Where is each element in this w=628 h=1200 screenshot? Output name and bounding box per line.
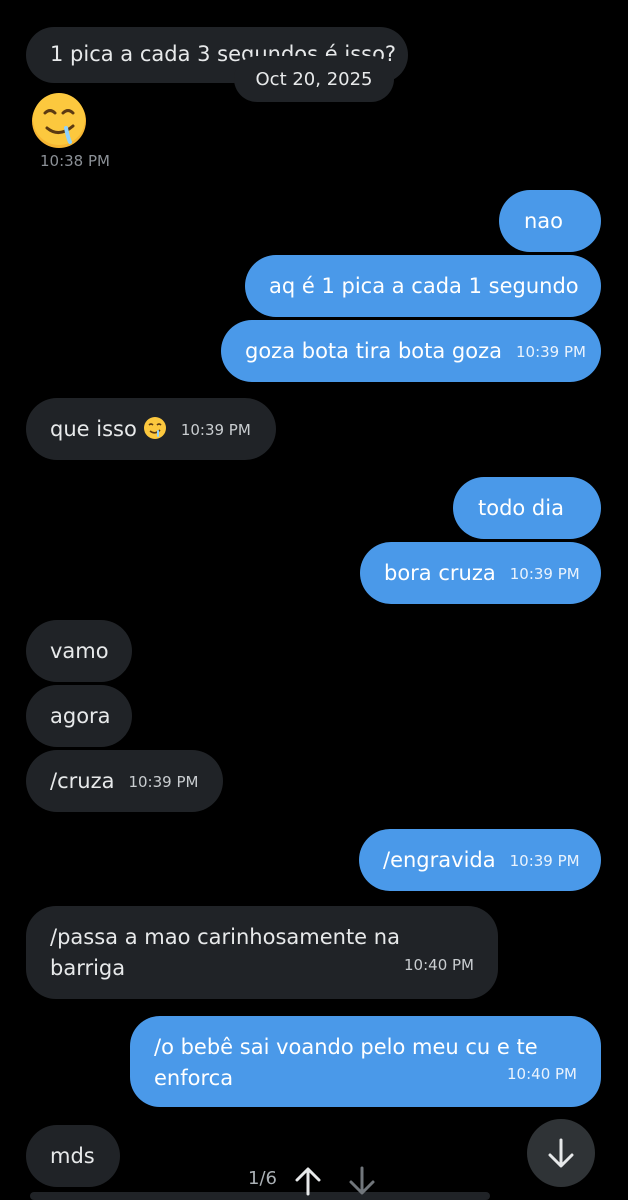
message-text: vamo: [50, 639, 109, 663]
message-text: nao: [524, 209, 564, 233]
message-incoming[interactable]: /cruza 10:39 PM: [26, 750, 223, 812]
message-outgoing[interactable]: /engravida 10:39 PM: [359, 829, 601, 891]
arrow-down-icon: [548, 1138, 574, 1168]
message-incoming[interactable]: vamo: [26, 620, 132, 682]
message-outgoing[interactable]: nao: [499, 190, 601, 252]
message-time: 10:40 PM: [404, 956, 474, 974]
message-incoming[interactable]: que isso 10:39 PM: [26, 398, 276, 460]
message-incoming[interactable]: agora: [26, 685, 132, 747]
message-text: aq é 1 pica a cada 1 segundo: [269, 274, 579, 298]
message-incoming[interactable]: mds: [26, 1125, 120, 1187]
message-text: agora: [50, 704, 111, 728]
message-text: todo dia: [478, 496, 564, 520]
message-outgoing[interactable]: bora cruza 10:39 PM: [360, 542, 601, 604]
message-text: /passa a mao carinhosamente na barriga: [50, 925, 400, 980]
message-text: que isso: [50, 417, 137, 441]
message-time: 10:39 PM: [128, 773, 199, 791]
scroll-to-bottom-button[interactable]: [527, 1119, 595, 1187]
message-text: goza bota tira bota goza: [245, 339, 502, 363]
message-outgoing[interactable]: aq é 1 pica a cada 1 segundo: [245, 255, 601, 317]
drooling-face-emoji: [143, 417, 166, 439]
message-time: 10:38 PM: [40, 152, 110, 170]
message-text: mds: [50, 1144, 95, 1168]
message-text: bora cruza: [384, 561, 496, 585]
message-text: /engravida: [383, 848, 496, 872]
message-time: 10:39 PM: [509, 852, 580, 870]
search-result-counter: 1/6: [248, 1168, 277, 1189]
arrow-down-icon[interactable]: [348, 1166, 376, 1196]
message-composer-edge: [30, 1192, 490, 1200]
message-time: 10:40 PM: [507, 1065, 577, 1083]
message-incoming[interactable]: /passa a mao carinhosamente na barriga 1…: [26, 906, 498, 999]
message-outgoing[interactable]: goza bota tira bota goza 10:39 PM: [221, 320, 601, 382]
message-outgoing[interactable]: /o bebê sai voando pelo meu cu e te enfo…: [130, 1016, 601, 1107]
arrow-up-icon[interactable]: [294, 1166, 322, 1196]
message-time: 10:39 PM: [515, 343, 586, 361]
message-time: 10:39 PM: [180, 421, 251, 439]
message-text: /o bebê sai voando pelo meu cu e te enfo…: [154, 1035, 538, 1090]
date-pill: Oct 20, 2025: [234, 56, 394, 102]
message-text: /cruza: [50, 769, 115, 793]
message-time: 10:39 PM: [509, 565, 580, 583]
message-outgoing[interactable]: todo dia: [453, 477, 601, 539]
date-label: Oct 20, 2025: [255, 68, 373, 90]
drooling-face-emoji: [32, 93, 86, 148]
